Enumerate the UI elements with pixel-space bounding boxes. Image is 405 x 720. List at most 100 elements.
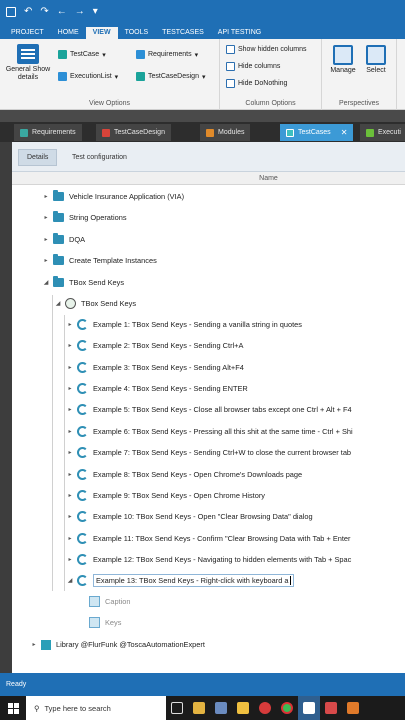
tree-example-11[interactable]: ▸ Example 11: TBox Send Keys - Confirm "… [12,528,405,549]
tree-folder-dqa[interactable]: ▸ DQA [12,229,405,250]
expand-arrow-icon[interactable]: ▸ [42,236,50,243]
hide-columns-button[interactable]: Hide columns [226,62,280,71]
collapse-arrow-icon[interactable]: ◢ [66,577,74,584]
tree-example-8[interactable]: ▸ Example 8: TBox Send Keys - Open Chrom… [12,464,405,485]
file-explorer-icon[interactable] [188,696,210,720]
executionlist-view-button[interactable]: ExecutionList ▾ [58,72,118,81]
manage-perspectives-button[interactable]: Manage [328,45,358,75]
ribbon-tab-project[interactable]: PROJECT [4,27,51,39]
expand-arrow-icon[interactable]: ▸ [66,471,74,478]
tab-test-configuration[interactable]: Test configuration [64,149,135,166]
chrome-icon[interactable] [276,696,298,720]
tree-example-3[interactable]: ▸ Example 3: TBox Send Keys - Sending Al… [12,357,405,378]
tree-example-9[interactable]: ▸ Example 9: TBox Send Keys - Open Chrom… [12,485,405,506]
ribbon-tab-tools[interactable]: TOOLS [118,27,156,39]
column-header-name[interactable]: Name [12,172,405,185]
tree-example-6[interactable]: ▸ Example 6: TBox Send Keys - Pressing a… [12,421,405,442]
collapse-arrow-icon[interactable]: ◢ [42,279,50,286]
collapse-arrow-icon[interactable]: ◢ [54,300,62,307]
tree-child-keys[interactable]: Keys [12,612,405,633]
expand-arrow-icon[interactable]: ▸ [66,321,74,328]
requirements-view-button[interactable]: Requirements ▾ [136,50,198,59]
tosca-icon[interactable] [298,696,320,720]
folder-icon[interactable] [232,696,254,720]
expand-arrow-icon[interactable]: ▸ [42,193,50,200]
show-hidden-columns-button[interactable]: Show hidden columns [226,45,307,54]
tree-item-rename-field[interactable]: Example 13: TBox Send Keys - Right-click… [93,573,294,588]
back-arrow-icon[interactable]: ← [57,7,67,17]
expand-arrow-icon[interactable]: ▸ [30,641,38,648]
execution-tab-icon [366,128,374,137]
tree-example-12[interactable]: ▸ Example 12: TBox Send Keys - Navigatin… [12,549,405,570]
tab-testcasedesign[interactable]: TestCaseDesign [96,124,171,141]
ribbon-tab-view[interactable]: VIEW [85,27,118,39]
testcasedesign-view-button[interactable]: TestCaseDesign ▾ [136,72,205,81]
tab-testcases[interactable]: TestCases ✕ [280,124,354,141]
quick-access-dropdown-icon[interactable]: ▾ [93,7,98,17]
tree-example-4[interactable]: ▸ Example 4: TBox Send Keys - Sending EN… [12,378,405,399]
testcase-icon [77,404,88,415]
save-icon[interactable] [6,7,16,17]
tree-folder-tbox-send-keys[interactable]: ◢ TBox Send Keys [12,272,405,293]
tree-child-caption[interactable]: Caption [12,591,405,612]
chevron-down-icon: ▾ [102,51,106,59]
expand-arrow-icon[interactable]: ▸ [66,428,74,435]
expand-arrow-icon[interactable]: ▸ [66,342,74,349]
windows-start-icon[interactable] [0,696,26,720]
tab-executionlists[interactable]: Executi [360,124,405,141]
tree-example-5[interactable]: ▸ Example 5: TBox Send Keys - Close all … [12,399,405,420]
tree-folder-string-operations[interactable]: ▸ String Operations [12,207,405,228]
tree-example-7[interactable]: ▸ Example 7: TBox Send Keys - Sending Ct… [12,442,405,463]
tree-item-label: Example 9: TBox Send Keys - Open Chrome … [93,491,265,500]
ribbon-tab-testcases[interactable]: TESTCASES [155,27,211,39]
taskbar-search-box[interactable]: ⚲ Type here to search [26,696,166,720]
record-icon[interactable] [254,696,276,720]
expand-arrow-icon[interactable]: ▸ [66,492,74,499]
tree-example-1[interactable]: ▸ Example 1: TBox Send Keys - Sending a … [12,314,405,335]
tab-modules[interactable]: Modules [200,124,251,141]
expand-arrow-icon[interactable]: ▸ [42,214,50,221]
expand-arrow-icon[interactable]: ▸ [66,556,74,563]
expand-arrow-icon[interactable]: ▸ [66,364,74,371]
tab-details[interactable]: Details [18,149,58,166]
tree-folder-via[interactable]: ▸ Vehicle Insurance Application (VIA) [12,186,405,207]
close-tab-icon[interactable]: ✕ [341,128,348,137]
tree-testcase-tbox-send-keys[interactable]: ◢ TBox Send Keys [12,293,405,314]
tree-library[interactable]: ▸ Library @FlurFunk @ToscaAutomationExpe… [12,634,405,655]
windows-taskbar: ⚲ Type here to search [0,696,405,720]
forward-arrow-icon[interactable]: → [75,7,85,17]
tree-folder-create-template-instances[interactable]: ▸ Create Template Instances [12,250,405,271]
ribbon-tab-api-testing[interactable]: API TESTING [211,27,268,39]
app-icon[interactable] [210,696,232,720]
tree-example-10[interactable]: ▸ Example 10: TBox Send Keys - Open "Cle… [12,506,405,527]
expand-arrow-icon[interactable]: ▸ [66,513,74,520]
left-gutter [0,142,12,673]
hide-donothing-button[interactable]: Hide DoNothing [226,79,287,88]
app-icon[interactable] [320,696,342,720]
task-view-icon[interactable] [166,696,188,720]
expand-arrow-icon[interactable]: ▸ [42,257,50,264]
expand-arrow-icon[interactable]: ▸ [66,449,74,456]
expand-arrow-icon[interactable]: ▸ [66,406,74,413]
perspectives-group: Manage Select Perspectives [322,39,397,110]
redo-icon[interactable]: ↷ [40,7,48,17]
expand-arrow-icon[interactable]: ▸ [66,535,74,542]
app-icon[interactable] [342,696,364,720]
testcase-view-button[interactable]: TestCase ▾ [58,50,106,59]
folder-icon [53,233,64,244]
tab-testcases-label: TestCases [298,129,331,136]
ribbon-tab-home[interactable]: HOME [51,27,86,39]
testcasedesign-tab-icon [102,128,110,137]
library-icon [41,639,51,650]
expand-arrow-icon[interactable]: ▸ [66,385,74,392]
undo-icon[interactable]: ↶ [24,7,32,17]
ribbon: General Show details TestCase ▾ Executio… [0,39,405,110]
testcasedesign-icon [136,72,145,81]
testcase-icon [77,383,88,394]
general-show-details-button[interactable]: General Show details [4,44,52,82]
tree-example-2[interactable]: ▸ Example 2: TBox Send Keys - Sending Ct… [12,335,405,356]
tree-item-label: Example 11: TBox Send Keys - Confirm "Cl… [93,534,351,543]
tab-requirements[interactable]: Requirements [14,124,82,141]
select-perspective-button[interactable]: Select [362,45,390,75]
tree-example-13[interactable]: ◢ Example 13: TBox Send Keys - Right-cli… [12,570,405,591]
